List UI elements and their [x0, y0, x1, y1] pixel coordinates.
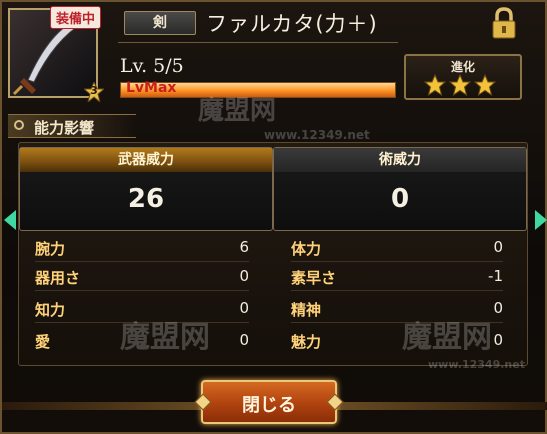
stat-divider: [291, 261, 503, 262]
evolution-star-icon: [423, 73, 447, 97]
weapon-power-label: 武器威力: [20, 148, 272, 172]
stat-divider: [35, 290, 249, 291]
watermark-url: www.12349.net: [428, 358, 525, 371]
stat-value: 0: [493, 238, 503, 256]
section-bullet-icon: [14, 120, 24, 130]
weapon-power-value: 26: [127, 184, 165, 214]
stat-row: 体力 0: [291, 236, 503, 262]
weapon-type-tag: 剣: [124, 11, 196, 35]
stat-value: 6: [239, 238, 249, 256]
prev-arrow-icon[interactable]: [2, 208, 18, 232]
level-text: Lv. 5/5: [120, 55, 184, 77]
stat-label: 素早さ: [291, 269, 337, 287]
evolution-stars: [423, 73, 499, 100]
lock-icon[interactable]: [486, 6, 522, 40]
section-title: 能力影響: [34, 119, 95, 137]
evolution-panel: 進化: [404, 54, 522, 100]
equipped-badge: 装備中: [50, 6, 102, 29]
stat-label: 精神: [291, 301, 322, 319]
art-power-label: 術威力: [274, 148, 526, 172]
stat-row: 腕力 6: [35, 236, 249, 262]
name-divider: [118, 42, 398, 43]
stat-row: 器用さ 0: [35, 265, 249, 291]
item-name: ファルカタ(力＋): [206, 12, 378, 36]
close-button[interactable]: 閉じる: [194, 380, 344, 424]
stat-divider: [291, 290, 503, 291]
watermark-url: www.12349.net: [264, 128, 370, 142]
close-button-label: 閉じる: [242, 395, 296, 416]
watermark-brand: 魔盟网: [402, 320, 492, 355]
art-power-value: 0: [390, 184, 410, 214]
weapon-power-box: 武器威力 26: [19, 147, 273, 231]
stat-value: 0: [493, 299, 503, 317]
watermark-brand: 魔盟网: [198, 96, 277, 126]
art-power-box: 術威力 0: [273, 147, 527, 231]
stat-label: 愛: [35, 333, 51, 351]
next-arrow-icon[interactable]: [533, 208, 547, 232]
equipment-detail-dialog: 装備中 3 剣 ファルカタ(力＋) Lv. 5/5 LvMax 進化 能力影響: [0, 0, 547, 434]
stat-label: 魅力: [291, 333, 322, 351]
rarity-badge: 3: [82, 80, 106, 104]
stat-value: -1: [488, 267, 503, 285]
evolution-star-icon: [448, 73, 472, 97]
section-header: 能力影響: [8, 114, 136, 138]
stat-value: 0: [239, 299, 249, 317]
stat-value: 0: [239, 331, 249, 349]
stat-label: 知力: [35, 301, 66, 319]
evolution-label: 進化: [450, 60, 475, 74]
rarity-value: 3: [90, 84, 98, 97]
stat-label: 体力: [291, 240, 322, 258]
stat-label: 腕力: [35, 240, 66, 258]
stat-value: 0: [493, 331, 503, 349]
lvmax-label: LvMax: [126, 80, 177, 96]
watermark-brand: 魔盟网: [120, 320, 210, 355]
stat-label: 器用さ: [35, 269, 81, 287]
stat-value: 0: [239, 267, 249, 285]
stat-row: 素早さ -1: [291, 265, 503, 291]
stat-divider: [35, 261, 249, 262]
evolution-star-icon: [473, 73, 497, 97]
